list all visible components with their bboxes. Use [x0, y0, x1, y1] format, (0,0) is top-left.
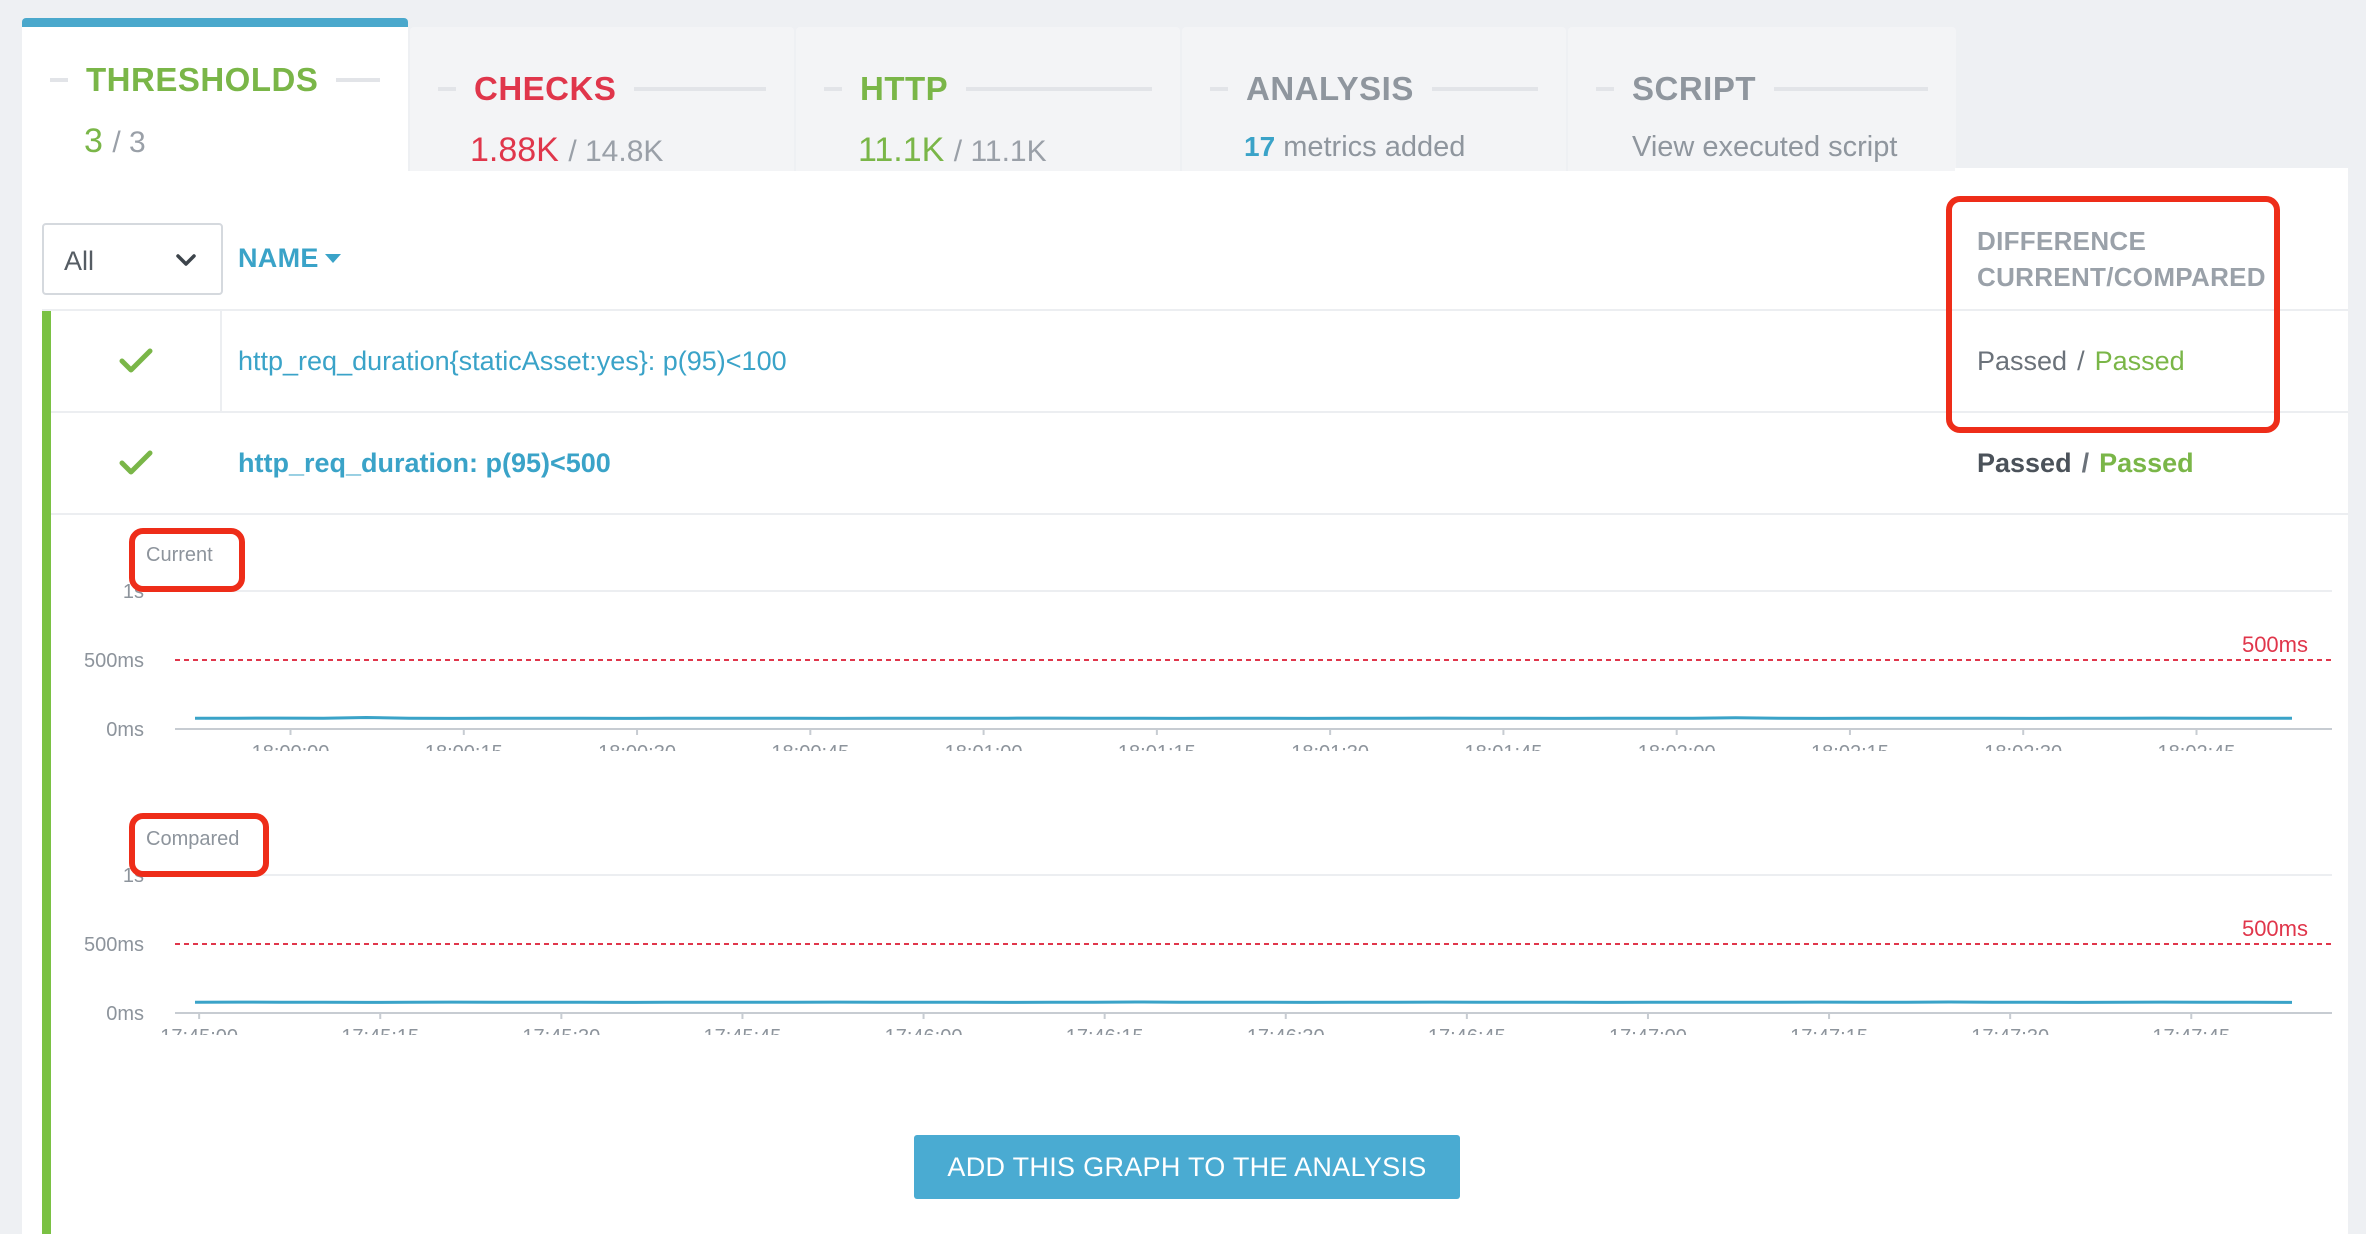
tab-analysis-suffix: metrics added [1283, 131, 1466, 163]
add-graph-to-analysis-button[interactable]: ADD THIS GRAPH TO THE ANALYSIS [914, 1135, 1460, 1199]
y-tick-label: 500ms [84, 934, 144, 956]
x-tick-label: 18:00:45 [771, 742, 849, 751]
x-tick-label: 18:00:30 [598, 742, 676, 751]
threshold-name-link[interactable]: http_req_duration: p(95)<500 [238, 448, 611, 479]
x-tick-label: 17:47:15 [1790, 1026, 1868, 1035]
tab-thresholds-title: THRESHOLDS [86, 61, 319, 98]
x-tick-label: 18:01:45 [1464, 742, 1542, 751]
thresholds-panel: All NAME DIFFERENCE CURRENT/COMPARED htt… [22, 171, 2348, 1234]
y-tick-label: 500ms [84, 650, 144, 672]
tab-thresholds-total: 3 [129, 126, 146, 159]
x-tick-label: 17:45:00 [160, 1026, 238, 1035]
annotation-box-compared [129, 813, 269, 877]
x-tick-label: 18:02:00 [1638, 742, 1716, 751]
tab-http[interactable]: HTTP 11.1K / 11.1K [796, 27, 1180, 171]
x-tick-label: 17:45:15 [341, 1026, 419, 1035]
name-column-header[interactable]: NAME [238, 243, 341, 274]
tab-checks[interactable]: CHECKS 1.88K / 14.8K [410, 27, 794, 171]
annotation-box-current [129, 528, 245, 592]
check-icon [119, 348, 153, 373]
filter-select-value: All [64, 246, 95, 276]
tab-analysis-count: 17 [1244, 131, 1276, 162]
x-tick-label: 18:01:30 [1291, 742, 1369, 751]
x-tick-label: 18:01:15 [1118, 742, 1196, 751]
tab-checks-total: 14.8K [584, 135, 664, 168]
x-tick-label: 17:47:30 [1971, 1026, 2049, 1035]
tab-script-title: SCRIPT [1632, 70, 1757, 107]
x-tick-label: 17:47:45 [2152, 1026, 2230, 1035]
check-icon [119, 450, 153, 475]
x-tick-label: 18:00:15 [425, 742, 503, 751]
tab-thresholds-value: 3 [84, 122, 103, 160]
status-bar [42, 311, 51, 1234]
x-tick-label: 18:02:30 [1984, 742, 2062, 751]
name-column-header-label: NAME [238, 243, 319, 273]
x-tick-label: 17:46:00 [885, 1026, 963, 1035]
x-tick-label: 18:02:45 [2158, 742, 2236, 751]
active-tab-indicator [22, 18, 408, 27]
tab-http-title: HTTP [860, 70, 949, 107]
x-tick-label: 17:46:15 [1066, 1026, 1144, 1035]
chevron-down-icon [176, 254, 196, 266]
tab-script[interactable]: SCRIPT View executed script [1568, 27, 1956, 171]
y-tick-label: 0ms [106, 719, 144, 741]
threshold-label: 500ms [2242, 632, 2308, 657]
threshold-label: 500ms [2242, 916, 2308, 941]
tab-analysis[interactable]: ANALYSIS 17 metrics added [1182, 27, 1566, 171]
threshold-name-link[interactable]: http_req_duration{staticAsset:yes}: p(95… [238, 346, 787, 377]
tab-http-total: 11.1K [970, 135, 1047, 168]
x-tick-label: 18:00:00 [252, 742, 330, 751]
threshold-status: Passed / Passed [1977, 448, 2194, 478]
x-tick-label: 17:45:30 [522, 1026, 600, 1035]
compared-status: Passed [2099, 448, 2194, 478]
x-tick-label: 17:47:00 [1609, 1026, 1687, 1035]
annotation-box-difference [1946, 196, 2280, 433]
x-tick-label: 18:02:15 [1811, 742, 1889, 751]
tab-analysis-title: ANALYSIS [1246, 70, 1414, 107]
sort-caret-icon [324, 254, 341, 263]
current-status: Passed [1977, 448, 2072, 478]
x-tick-label: 17:46:45 [1428, 1026, 1506, 1035]
series-line [195, 715, 2292, 720]
current-chart: 1s500ms0ms500ms18:00:0018:00:1518:00:301… [84, 581, 2332, 751]
tab-thresholds[interactable]: THRESHOLDS 3 / 3 [22, 18, 408, 171]
tab-checks-title: CHECKS [474, 70, 617, 107]
compared-chart: 1s500ms0ms500ms17:45:0017:45:1517:45:301… [84, 865, 2332, 1035]
x-tick-label: 17:46:30 [1247, 1026, 1325, 1035]
x-tick-label: 17:45:45 [704, 1026, 782, 1035]
tab-checks-value: 1.88K [470, 131, 559, 169]
filter-select[interactable]: All [42, 223, 223, 295]
tab-http-value: 11.1K [858, 131, 945, 169]
x-tick-label: 18:01:00 [945, 742, 1023, 751]
y-tick-label: 0ms [106, 1003, 144, 1025]
view-executed-script-link[interactable]: View executed script [1632, 131, 1897, 163]
